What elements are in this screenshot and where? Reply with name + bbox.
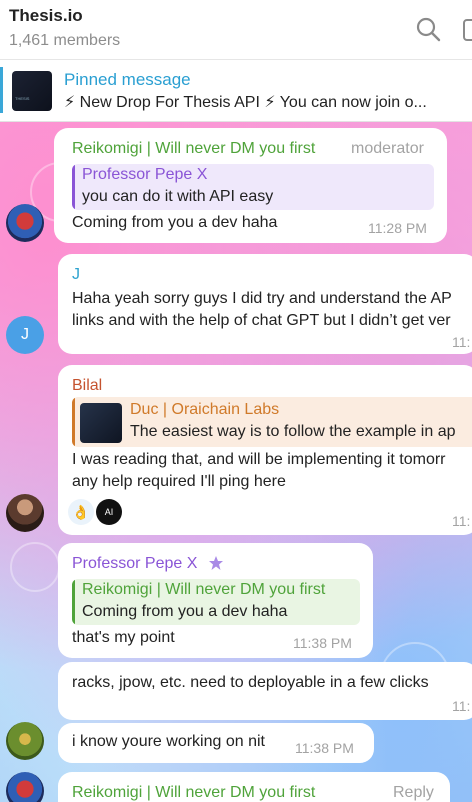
reply-quote[interactable]: Duc | Oraichain Labs The easiest way is … <box>72 397 472 447</box>
message-time: 11: <box>452 334 471 350</box>
message-sender[interactable]: Professor Pepe X <box>72 555 197 573</box>
message-text-line: any help required I'll ping here <box>72 473 286 490</box>
member-count: 1,461 members <box>9 32 121 49</box>
message-bubble[interactable]: Bilal Duc | Oraichain Labs The easiest w… <box>58 365 472 535</box>
message-text-line: links and with the help of chat GPT but … <box>72 312 451 329</box>
reply-quote[interactable]: Reikomigi | Will never DM you first Comi… <box>72 579 360 625</box>
message-sender[interactable]: J <box>72 266 80 284</box>
pinned-message-bar[interactable]: THESIS Pinned message ⚡ New Drop For The… <box>0 60 472 122</box>
quote-bar <box>72 579 75 625</box>
quote-sender: Reikomigi | Will never DM you first <box>82 581 326 598</box>
message-bubble[interactable]: J Haha yeah sorry guys I did try and und… <box>58 254 472 354</box>
pinned-accent-bar <box>0 67 3 113</box>
message-time: 11:28 PM <box>368 220 427 236</box>
message-time: 11:38 PM <box>295 740 354 756</box>
quote-text: Coming from you a dev haha <box>82 603 288 620</box>
background-doodle <box>10 542 60 592</box>
search-icon[interactable] <box>415 16 441 42</box>
avatar[interactable] <box>6 722 44 760</box>
reaction-ok[interactable]: 👌 <box>68 499 94 525</box>
message-sender[interactable]: Bilal <box>72 377 102 395</box>
quote-text: you can do it with API easy <box>82 188 274 205</box>
reply-button[interactable]: Reply <box>393 784 434 802</box>
message-sender[interactable]: Reikomigi | Will never DM you first <box>72 140 315 158</box>
avatar[interactable] <box>6 772 44 802</box>
message-text: i know youre working on nit <box>72 733 265 750</box>
message-time: 11: <box>452 698 471 714</box>
message-text: Coming from you a dev haha <box>72 214 278 231</box>
message-text-line: I was reading that, and will be implemen… <box>72 451 446 468</box>
pinned-text: ⚡ New Drop For Thesis API ⚡ You can now … <box>64 94 427 111</box>
message-sender[interactable]: Reikomigi | Will never DM you first <box>72 784 315 802</box>
more-icon[interactable] <box>462 18 472 42</box>
pinned-label: Pinned message <box>64 70 191 89</box>
quote-sender: Duc | Oraichain Labs <box>130 401 280 418</box>
message-bubble[interactable]: i know youre working on nit 11:38 PM <box>58 723 374 763</box>
quote-bar <box>72 164 75 210</box>
chat-header[interactable]: Thesis.io 1,461 members <box>0 0 472 60</box>
quote-bar <box>72 397 75 447</box>
avatar[interactable] <box>6 494 44 532</box>
message-bubble[interactable]: Professor Pepe X Reikomigi | Will never … <box>58 543 373 658</box>
chat-area[interactable]: Reikomigi | Will never DM you first mode… <box>0 122 472 802</box>
avatar[interactable]: J <box>6 316 44 354</box>
moderator-badge: moderator <box>351 140 424 157</box>
quote-sender: Professor Pepe X <box>82 166 208 183</box>
message-time: 11:38 PM <box>293 635 352 651</box>
message-text-line: Haha yeah sorry guys I did try and under… <box>72 290 452 307</box>
message-text: racks, jpow, etc. need to deployable in … <box>72 674 429 691</box>
reaction-ai[interactable]: AI <box>96 499 122 525</box>
pinned-thumbnail: THESIS <box>12 71 52 111</box>
message-text: that's my point <box>72 629 175 646</box>
reply-quote[interactable]: Professor Pepe X you can do it with API … <box>72 164 434 210</box>
quote-thumbnail <box>80 403 122 443</box>
star-icon <box>209 556 223 570</box>
avatar[interactable] <box>6 204 44 242</box>
message-bubble[interactable]: racks, jpow, etc. need to deployable in … <box>58 662 472 720</box>
message-bubble[interactable]: Reikomigi | Will never DM you first Repl… <box>58 772 450 802</box>
chat-title[interactable]: Thesis.io <box>9 6 83 26</box>
message-bubble[interactable]: Reikomigi | Will never DM you first mode… <box>54 128 447 243</box>
message-time: 11: <box>452 513 471 529</box>
quote-text: The easiest way is to follow the example… <box>130 423 456 440</box>
